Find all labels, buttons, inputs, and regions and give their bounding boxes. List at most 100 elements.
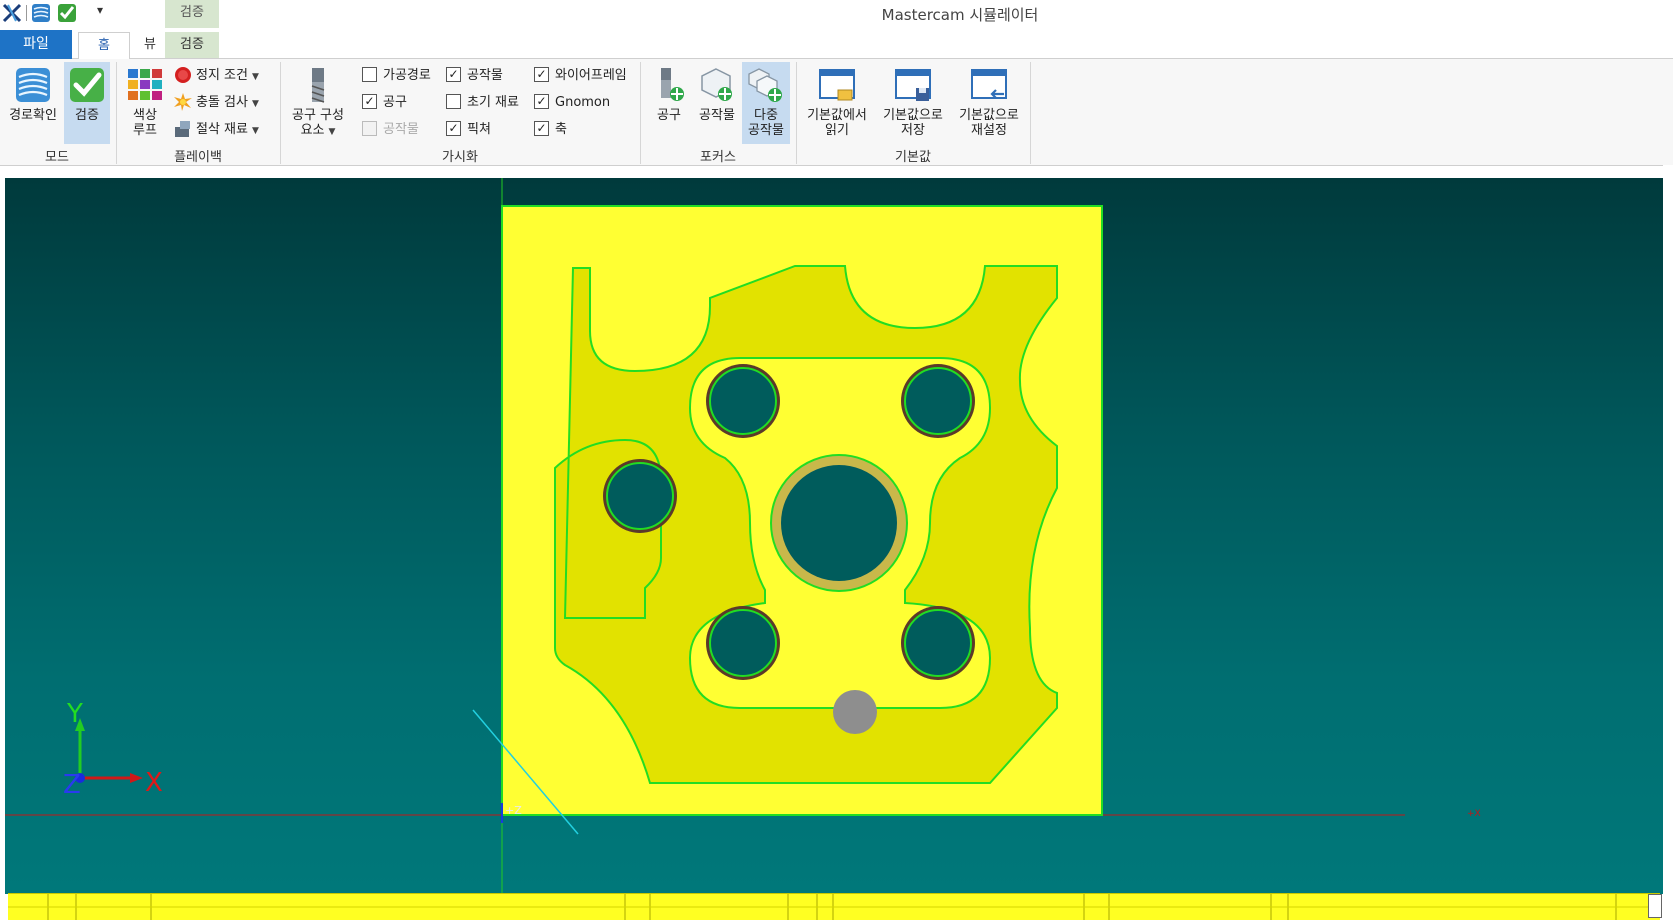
verify-icon[interactable] bbox=[57, 3, 77, 23]
checkbox-initial-stock[interactable]: 초기 재료 bbox=[446, 92, 519, 114]
focus-tool-button[interactable]: 공구 bbox=[646, 62, 692, 144]
right-scroll-rail[interactable] bbox=[1663, 165, 1673, 923]
checkbox-box: ✓ bbox=[534, 121, 549, 136]
group-label-playback: 플레이백 bbox=[174, 150, 222, 165]
checkbox-box bbox=[362, 67, 377, 82]
checkbox-wireframe[interactable]: ✓ 와이어프레임 bbox=[534, 65, 627, 87]
gnomon-z-label: Z bbox=[63, 770, 81, 800]
checkbox-toolpath[interactable]: 가공경로 bbox=[362, 65, 431, 87]
window-reset-icon bbox=[971, 69, 1007, 99]
window-save-icon bbox=[895, 69, 931, 101]
checkbox-box: ✓ bbox=[534, 67, 549, 82]
focus-workpiece-button[interactable]: 공작물 bbox=[694, 62, 740, 144]
tab-verify[interactable]: 검증 bbox=[165, 32, 219, 58]
gnomon: Y X Z bbox=[63, 699, 163, 800]
operation-timeline[interactable] bbox=[8, 893, 1660, 920]
color-grid-icon bbox=[128, 69, 162, 100]
load-defaults-label-1: 기본값에서 bbox=[807, 108, 867, 123]
tab-home[interactable]: 홈 bbox=[78, 32, 130, 60]
cut-stock-icon bbox=[175, 120, 190, 137]
reset-defaults-button[interactable]: 기본값으로 재설정 bbox=[952, 62, 1026, 144]
checkbox-tool[interactable]: ✓ 공구 bbox=[362, 92, 407, 114]
cut-stock-label: 절삭 재료 bbox=[196, 122, 248, 137]
checkbox-workpiece-disabled: 공작물 bbox=[362, 119, 419, 141]
tab-file[interactable]: 파일 bbox=[0, 30, 72, 59]
dropdown-caret-icon: ▼ bbox=[328, 127, 336, 137]
dropdown-caret-icon: ▼ bbox=[251, 99, 259, 109]
color-loop-label-2: 루프 bbox=[133, 123, 157, 138]
load-defaults-button[interactable]: 기본값에서 읽기 bbox=[800, 62, 874, 144]
focus-tool-label: 공구 bbox=[657, 108, 681, 123]
cut-stock-button[interactable]: 절삭 재료 ▼ bbox=[174, 119, 259, 141]
hole-top-right bbox=[901, 364, 975, 438]
collision-burst-icon bbox=[174, 92, 192, 111]
group-label-mode: 모드 bbox=[45, 150, 69, 165]
gnomon-y-label: Y bbox=[66, 699, 83, 729]
checkbox-label: Gnomon bbox=[555, 95, 611, 110]
viewport-canvas: +X +Z Y X Z bbox=[5, 178, 1481, 894]
hole-center-large bbox=[770, 454, 908, 592]
tool-components-label-1: 공구 구성 bbox=[292, 108, 344, 123]
backplot-icon[interactable] bbox=[31, 3, 51, 23]
checkbox-label: 공작물 bbox=[383, 122, 419, 137]
quick-access-more-button[interactable]: ▾ bbox=[97, 3, 103, 17]
checkbox-label: 픽쳐 bbox=[467, 122, 491, 137]
dropdown-caret-icon: ▼ bbox=[251, 126, 259, 136]
endmill-tool-icon bbox=[311, 68, 325, 103]
collision-check-button[interactable]: 충돌 검사 ▼ bbox=[174, 92, 259, 114]
checkbox-label: 축 bbox=[555, 122, 567, 137]
checkbox-fixture[interactable]: ✓ 픽쳐 bbox=[446, 119, 491, 141]
hole-left bbox=[603, 459, 677, 533]
group-separator bbox=[1030, 62, 1031, 164]
hole-bottom-left bbox=[706, 606, 780, 680]
checkbox-workpiece[interactable]: ✓ 공작물 bbox=[446, 65, 503, 87]
quick-access-separator bbox=[26, 5, 27, 21]
focus-tool-icon bbox=[661, 68, 684, 101]
hole-top-left bbox=[706, 364, 780, 438]
verify-label: 검증 bbox=[75, 108, 99, 123]
tool-components-label-2: 요소 bbox=[300, 123, 325, 138]
tool-components-label-2-row: 요소 ▼ bbox=[284, 123, 352, 140]
checkbox-box: ✓ bbox=[446, 121, 461, 136]
x-axis-end-marker: +X bbox=[1467, 809, 1481, 819]
tool-components-button[interactable]: 공구 구성 요소 ▼ bbox=[284, 62, 352, 144]
checkbox-box bbox=[446, 94, 461, 109]
save-defaults-button[interactable]: 기본값으로 저장 bbox=[876, 62, 950, 144]
focus-workpiece-icon bbox=[701, 68, 732, 101]
backplot-button[interactable]: 경로확인 bbox=[4, 62, 62, 144]
collision-check-label: 충돌 검사 bbox=[196, 95, 248, 110]
checkbox-box bbox=[362, 121, 377, 136]
checkbox-label: 가공경로 bbox=[383, 68, 431, 83]
simulation-viewport[interactable]: +X +Z Y X Z bbox=[5, 178, 1663, 894]
mastercam-logo-icon[interactable] bbox=[2, 3, 22, 23]
stop-conditions-label: 정지 조건 bbox=[196, 68, 248, 83]
checkbox-gnomon[interactable]: ✓ Gnomon bbox=[534, 92, 610, 114]
group-label-visibility: 가시화 bbox=[442, 150, 478, 165]
stop-sign-icon bbox=[175, 66, 191, 83]
save-defaults-label-2: 저장 bbox=[901, 123, 925, 138]
dropdown-caret-icon: ▼ bbox=[251, 72, 259, 82]
group-label-focus: 포커스 bbox=[700, 150, 736, 165]
multi-workpiece-label-1: 다중 bbox=[754, 108, 778, 123]
color-loop-button[interactable]: 색상 루프 bbox=[122, 62, 168, 144]
context-tab-header: 검증 bbox=[165, 0, 219, 28]
checkbox-label: 공구 bbox=[383, 95, 407, 110]
verify-button[interactable]: 검증 bbox=[64, 62, 110, 144]
timeline-slider-handle[interactable] bbox=[1648, 894, 1662, 918]
checkbox-box: ✓ bbox=[534, 94, 549, 109]
checkbox-axes[interactable]: ✓ 축 bbox=[534, 119, 567, 141]
checkbox-label: 와이어프레임 bbox=[555, 68, 627, 83]
multi-workpiece-button[interactable]: 다중 공작물 bbox=[742, 62, 790, 144]
window-title: Mastercam 시뮬레이터 bbox=[881, 6, 1039, 24]
window-open-icon bbox=[819, 69, 855, 101]
gnomon-x-label: X bbox=[145, 768, 163, 798]
hole-bottom-right bbox=[901, 606, 975, 680]
reset-defaults-label-2: 재설정 bbox=[971, 123, 1007, 138]
multi-workpiece-label-2: 공작물 bbox=[748, 123, 784, 138]
focus-workpiece-label: 공작물 bbox=[699, 108, 735, 123]
origin-marker-label: +Z bbox=[505, 804, 522, 817]
stop-conditions-button[interactable]: 정지 조건 ▼ bbox=[174, 65, 259, 87]
cutting-tool bbox=[833, 690, 877, 734]
checkbox-box: ✓ bbox=[446, 67, 461, 82]
verify-check-icon bbox=[70, 68, 104, 102]
